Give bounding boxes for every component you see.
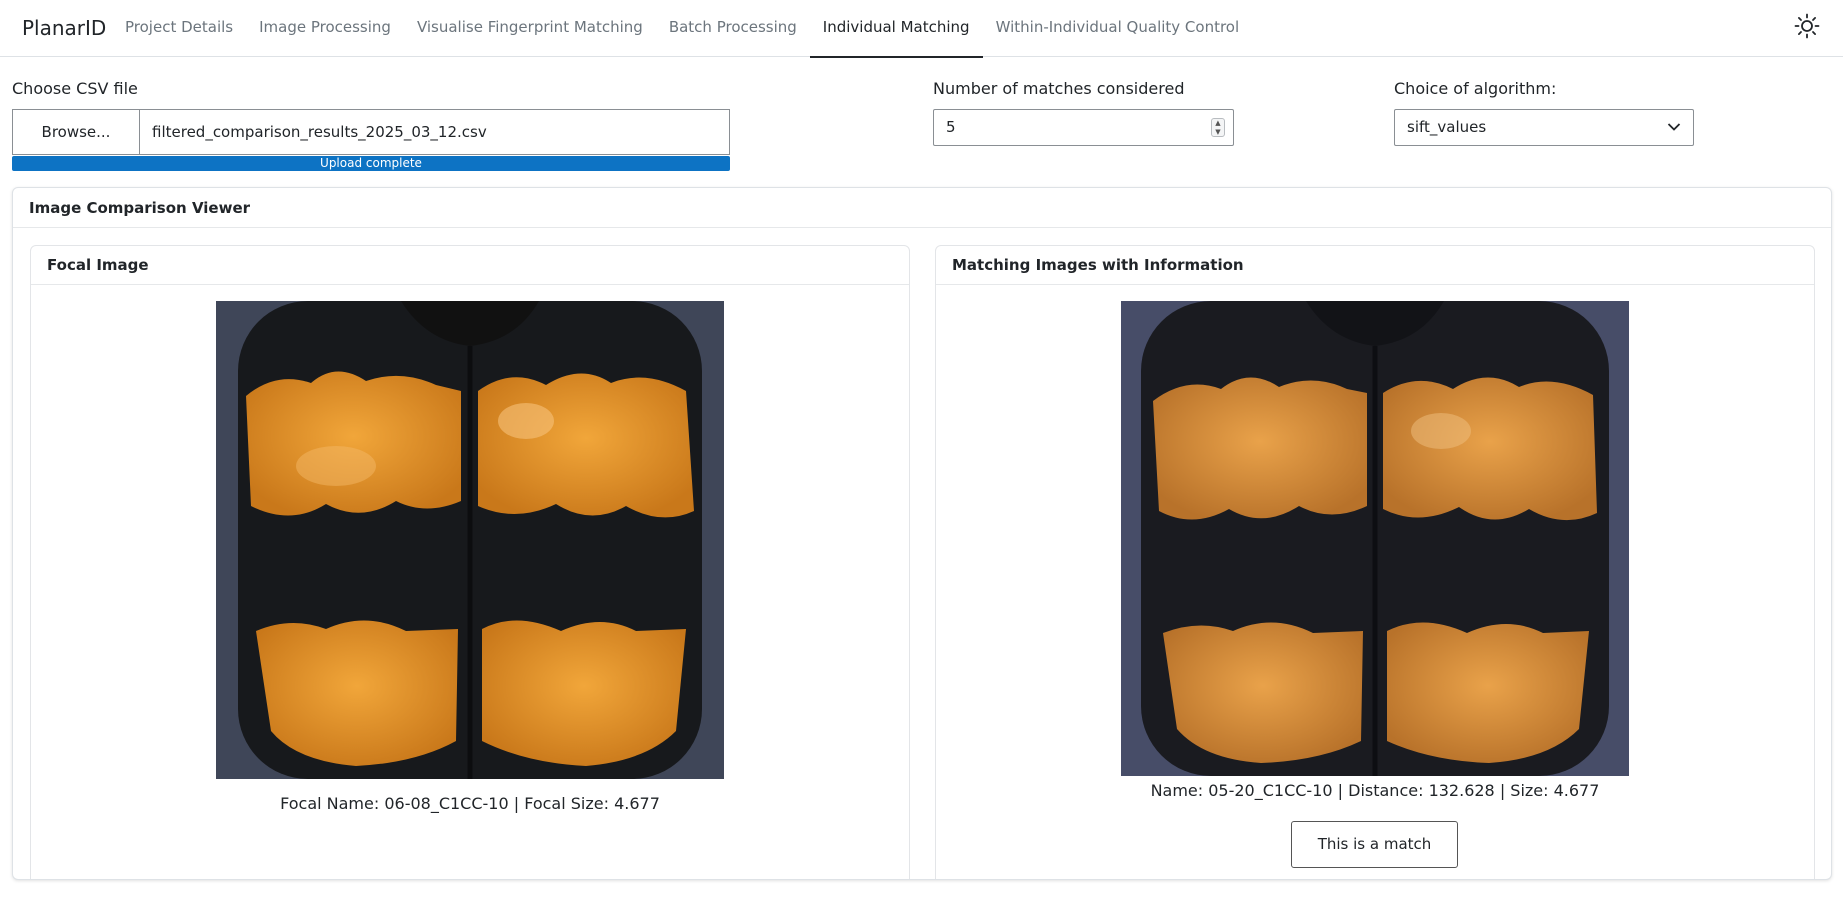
focal-beetle-image	[216, 301, 724, 779]
algorithm-label: Choice of algorithm:	[1394, 79, 1557, 98]
matching-images-card: Matching Images with Information Name: 0…	[935, 245, 1815, 879]
focal-image-card: Focal Image Focal Name: 06-08_C1CC-10 | …	[30, 245, 910, 879]
tab-project-details[interactable]: Project Details	[112, 0, 246, 57]
viewer-title: Image Comparison Viewer	[13, 188, 1831, 228]
matches-value: 5	[946, 118, 956, 136]
number-spinner[interactable]: ▲ ▼	[1211, 118, 1225, 137]
focal-card-title: Focal Image	[31, 246, 909, 285]
sun-icon[interactable]	[1794, 13, 1820, 39]
this-is-a-match-button[interactable]: This is a match	[1291, 821, 1458, 868]
csv-file-label: Choose CSV file	[12, 79, 138, 98]
tab-within-individual-quality-control[interactable]: Within-Individual Quality Control	[983, 0, 1253, 57]
tab-visualise-fingerprint-matching[interactable]: Visualise Fingerprint Matching	[404, 0, 656, 57]
top-navbar: PlanarID Project Details Image Processin…	[0, 0, 1843, 58]
algorithm-selected-value: sift_values	[1407, 118, 1487, 136]
tab-individual-matching[interactable]: Individual Matching	[809, 0, 983, 58]
browse-button[interactable]: Browse...	[13, 110, 140, 154]
focal-image-caption: Focal Name: 06-08_C1CC-10 | Focal Size: …	[280, 794, 660, 813]
tab-image-processing[interactable]: Image Processing	[246, 0, 404, 57]
upload-status: Upload complete	[12, 156, 730, 171]
matching-beetle-image	[1121, 301, 1629, 776]
csv-file-input[interactable]: Browse... filtered_comparison_results_20…	[12, 109, 730, 155]
algorithm-select[interactable]: sift_values	[1394, 109, 1694, 146]
app-brand[interactable]: PlanarID	[22, 16, 106, 40]
tab-batch-processing[interactable]: Batch Processing	[656, 0, 810, 57]
chevron-down-icon	[1667, 123, 1681, 131]
image-comparison-viewer: Image Comparison Viewer Focal Image Foca…	[12, 187, 1832, 880]
matching-image-caption: Name: 05-20_C1CC-10 | Distance: 132.628 …	[1150, 781, 1600, 800]
upload-progress-bar: Upload complete	[12, 156, 730, 171]
matches-number-input[interactable]: 5 ▲ ▼	[933, 109, 1234, 146]
main-nav: Project Details Image Processing Visuali…	[112, 0, 1253, 58]
matching-card-title: Matching Images with Information	[936, 246, 1814, 285]
spinner-up-icon[interactable]: ▲	[1212, 119, 1224, 128]
spinner-down-icon[interactable]: ▼	[1212, 128, 1224, 137]
matches-label: Number of matches considered	[933, 79, 1185, 98]
selected-file-name[interactable]: filtered_comparison_results_2025_03_12.c…	[140, 110, 729, 154]
